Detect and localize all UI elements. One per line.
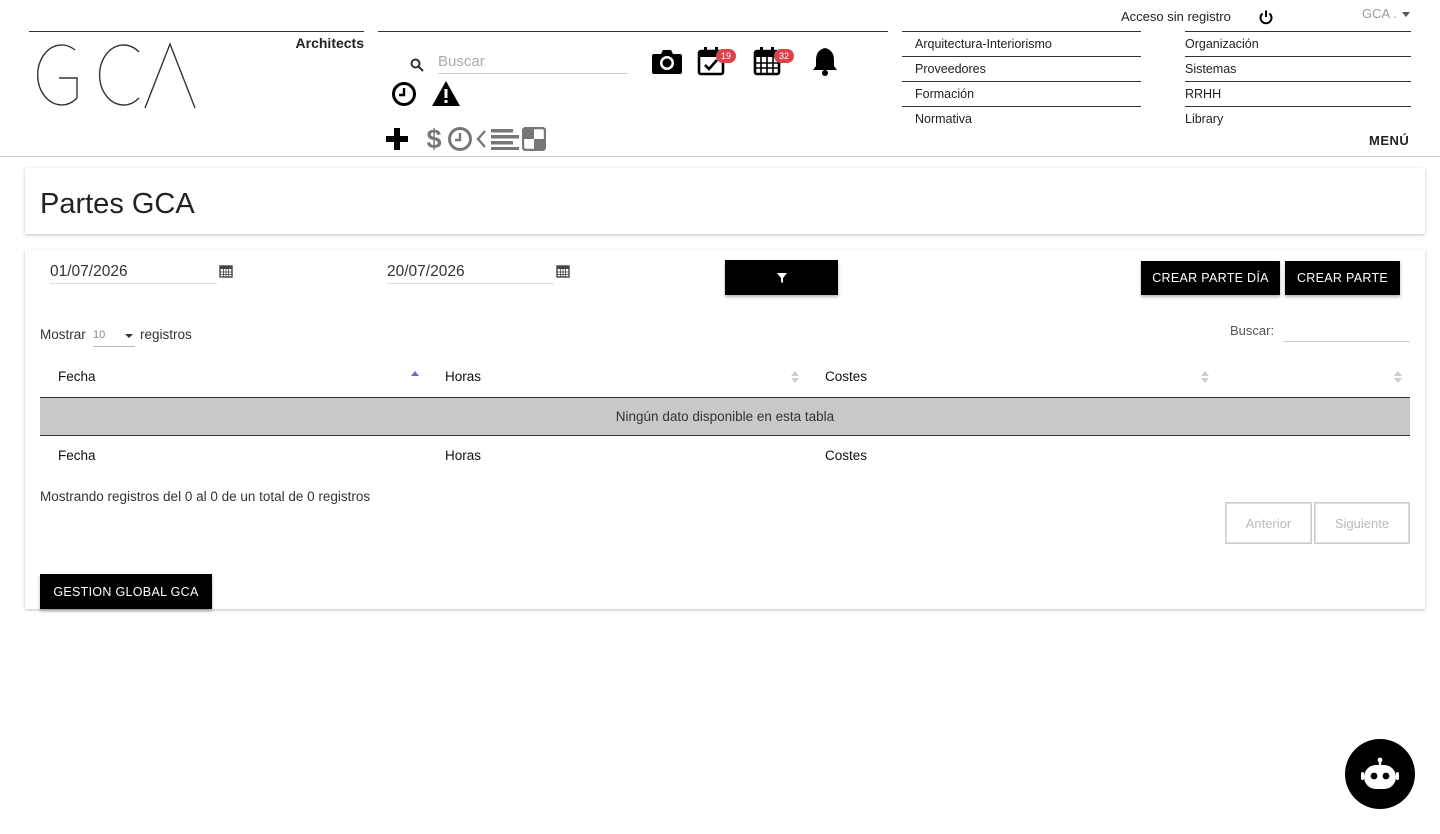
calendar-button[interactable]: 32 <box>750 44 794 78</box>
camera-button[interactable] <box>650 44 684 78</box>
column-header-label: Costes <box>825 369 868 385</box>
history-icon <box>448 127 472 151</box>
page-length-prefix: Mostrar <box>40 327 86 342</box>
table-footer-row: Fecha Horas Costes <box>40 434 1410 475</box>
page-length-value: 10 <box>93 329 106 341</box>
warning-button[interactable] <box>429 77 463 111</box>
create-day-report-button[interactable]: CREAR PARTE DÍA <box>1141 261 1280 295</box>
table-row-empty: Ningún dato disponible en esta tabla <box>40 397 1410 435</box>
plus-icon <box>386 128 408 150</box>
footer-label-fecha: Fecha <box>40 434 427 475</box>
menu-left: Arquitectura-Interiorismo Proveedores Fo… <box>902 31 1141 132</box>
camera-icon <box>652 50 682 74</box>
column-header-label: Fecha <box>58 369 96 385</box>
date-to-input[interactable] <box>387 260 554 284</box>
tasks-badge: 19 <box>716 49 736 63</box>
logo-subtitle: Architects <box>295 35 364 51</box>
search-input[interactable] <box>438 50 628 74</box>
user-dropdown-label: GCA . <box>1362 6 1397 21</box>
caret-down-icon <box>125 334 133 338</box>
header-tools: 19 32 <box>378 31 888 156</box>
menu-toggle[interactable]: MENÚ <box>1369 133 1409 148</box>
menu-item-proveedores[interactable]: Proveedores <box>902 57 1141 82</box>
list-icon <box>491 129 519 150</box>
menu-item-sistemas[interactable]: Sistemas <box>1185 57 1411 82</box>
tasks-button[interactable]: 19 <box>694 44 736 78</box>
dashboard-button[interactable] <box>517 122 551 156</box>
notifications-button[interactable] <box>808 44 842 78</box>
footer-label-horas: Horas <box>427 434 807 475</box>
logo-icon <box>36 42 196 109</box>
page-title: Partes GCA <box>40 188 195 220</box>
page-length-suffix: registros <box>140 327 192 342</box>
sort-asc-icon <box>411 371 419 376</box>
next-page-button[interactable]: Siguiente <box>1314 502 1410 544</box>
table-header-row: Fecha Horas Costes <box>40 357 1410 398</box>
menu-item-normativa[interactable]: Normativa <box>902 107 1141 132</box>
empty-message: Ningún dato disponible en esta tabla <box>40 397 1410 435</box>
main-panel: CREAR PARTE DÍA CREAR PARTE Mostrar 10 r… <box>25 250 1425 609</box>
warning-icon <box>432 81 460 106</box>
sort-both-icon <box>791 371 799 383</box>
bell-icon <box>813 48 837 76</box>
chevron-left-icon <box>476 130 486 148</box>
prev-page-button[interactable]: Anterior <box>1225 502 1312 544</box>
filter-icon <box>776 272 787 283</box>
date-from-input[interactable] <box>50 260 217 284</box>
guest-access-link[interactable]: Acceso sin registro <box>1121 9 1231 24</box>
menu-item-organizacion[interactable]: Organización <box>1185 32 1411 57</box>
column-header-actions[interactable] <box>1217 357 1410 398</box>
column-header-label: Horas <box>445 369 482 385</box>
calendar-icon[interactable] <box>219 264 233 278</box>
column-header-costes[interactable]: Costes <box>807 357 1217 398</box>
chatbot-button[interactable] <box>1345 739 1415 809</box>
table-search-input[interactable] <box>1283 320 1410 342</box>
menu-item-rrhh[interactable]: RRHH <box>1185 82 1411 107</box>
user-dropdown[interactable]: GCA . <box>1362 6 1411 21</box>
search-icon[interactable] <box>410 58 424 72</box>
table-info: Mostrando registros del 0 al 0 de un tot… <box>40 489 371 504</box>
page-length-select[interactable]: 10 <box>93 325 135 347</box>
power-icon[interactable] <box>1258 9 1274 25</box>
menu-item-formacion[interactable]: Formación <box>902 82 1141 107</box>
column-header-fecha[interactable]: Fecha <box>40 357 427 398</box>
menu-item-library[interactable]: Library <box>1185 107 1411 132</box>
sort-both-icon <box>1201 371 1209 383</box>
reports-table: Fecha Horas Costes Ningún dato disponibl… <box>40 357 1410 475</box>
calendar-badge: 32 <box>774 49 794 63</box>
title-panel: Partes GCA <box>25 168 1425 234</box>
global-management-button[interactable]: GESTION GLOBAL GCA <box>40 574 212 609</box>
add-button[interactable] <box>380 122 414 156</box>
site-header: Architects 19 <box>0 0 1440 157</box>
costs-button[interactable]: $ <box>422 122 446 156</box>
contrast-icon <box>522 127 546 151</box>
caret-down-icon <box>1402 12 1411 18</box>
create-report-button[interactable]: CREAR PARTE <box>1285 261 1400 295</box>
logo[interactable]: Architects <box>29 31 364 109</box>
footer-label-costes: Costes <box>807 434 1217 475</box>
menu-item-arquitectura[interactable]: Arquitectura-Interiorismo <box>902 32 1141 57</box>
footer-label-actions <box>1217 434 1410 475</box>
clock-icon <box>392 82 416 106</box>
back-button[interactable] <box>473 122 489 156</box>
clock-button[interactable] <box>387 77 421 111</box>
sort-both-icon <box>1394 371 1402 383</box>
filter-button[interactable] <box>725 260 838 295</box>
table-search-label: Buscar: <box>1230 323 1275 338</box>
menu-right: Organización Sistemas RRHH Library <box>1185 31 1411 132</box>
calendar-icon[interactable] <box>556 264 570 278</box>
history-button[interactable] <box>445 122 475 156</box>
dollar-icon: $ <box>426 123 442 154</box>
robot-icon <box>1361 757 1399 789</box>
column-header-horas[interactable]: Horas <box>427 357 807 398</box>
